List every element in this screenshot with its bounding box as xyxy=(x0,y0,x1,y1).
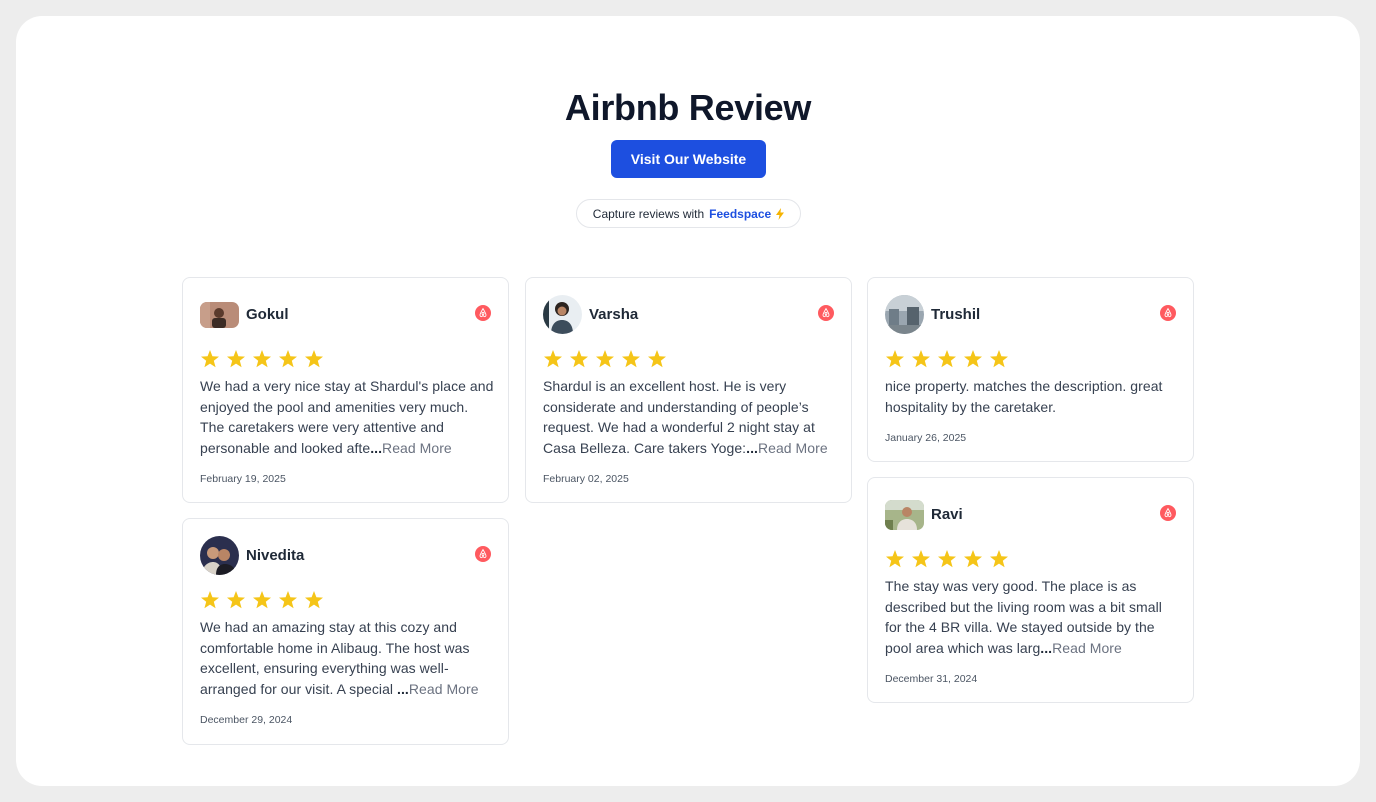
visit-website-button[interactable]: Visit Our Website xyxy=(611,140,766,178)
reviewer-name: Gokul xyxy=(246,306,289,323)
star-icon xyxy=(570,350,588,368)
star-rating xyxy=(200,590,324,610)
star-icon xyxy=(596,350,614,368)
review-date: December 29, 2024 xyxy=(200,714,293,726)
star-rating xyxy=(885,349,1009,369)
star-icon xyxy=(201,350,219,368)
star-icon xyxy=(990,350,1008,368)
star-icon xyxy=(227,350,245,368)
airbnb-icon xyxy=(475,546,491,562)
review-card: Varsha Shardul is an excellent host. He … xyxy=(525,277,852,503)
star-rating xyxy=(885,549,1009,569)
avatar xyxy=(885,500,924,530)
star-icon xyxy=(964,550,982,568)
star-icon xyxy=(201,591,219,609)
review-text: Shardul is an excellent host. He is very… xyxy=(543,376,839,459)
review-text: We had an amazing stay at this cozy and … xyxy=(200,617,496,700)
review-date: February 19, 2025 xyxy=(200,473,286,485)
read-more-link[interactable]: Read More xyxy=(758,440,828,456)
airbnb-icon xyxy=(1160,505,1176,521)
star-icon xyxy=(279,591,297,609)
page-title: Airbnb Review xyxy=(564,87,812,128)
star-icon xyxy=(253,591,271,609)
star-icon xyxy=(912,350,930,368)
star-icon xyxy=(938,350,956,368)
star-icon xyxy=(964,350,982,368)
airbnb-icon xyxy=(1160,305,1176,321)
star-rating xyxy=(200,349,324,369)
capture-prefix: Capture reviews with xyxy=(592,206,705,221)
star-icon xyxy=(622,350,640,368)
review-card: Nivedita We had an amazing stay at this … xyxy=(182,518,509,745)
review-date: December 31, 2024 xyxy=(885,673,978,685)
ellipsis: ... xyxy=(1040,640,1053,657)
reviewer-name: Ravi xyxy=(931,506,963,523)
ellipsis: ... xyxy=(397,681,409,698)
feedspace-link[interactable]: Feedspace xyxy=(709,207,771,221)
star-icon xyxy=(279,350,297,368)
review-date: January 26, 2025 xyxy=(885,432,967,444)
star-icon xyxy=(648,350,666,368)
bolt-icon xyxy=(776,207,785,220)
star-rating xyxy=(543,349,667,369)
star-icon xyxy=(886,550,904,568)
ellipsis: ... xyxy=(746,440,758,457)
review-card: Trushil nice property. matches the descr… xyxy=(867,277,1194,462)
star-icon xyxy=(938,550,956,568)
star-icon xyxy=(253,350,271,368)
reviewer-name: Varsha xyxy=(589,306,639,323)
capture-reviews-badge[interactable]: Capture reviews with Feedspace xyxy=(576,199,801,228)
airbnb-icon xyxy=(475,305,491,321)
star-icon xyxy=(912,550,930,568)
review-text: We had a very nice stay at Shardul's pla… xyxy=(200,376,496,459)
airbnb-icon xyxy=(818,305,834,321)
read-more-link[interactable]: Read More xyxy=(409,681,479,697)
star-icon xyxy=(990,550,1008,568)
avatar xyxy=(200,536,239,575)
review-card: Ravi The stay was very good. The place i… xyxy=(867,477,1194,703)
read-more-link[interactable]: Read More xyxy=(382,440,452,456)
reviewer-name: Trushil xyxy=(931,306,981,323)
star-icon xyxy=(544,350,562,368)
star-icon xyxy=(886,350,904,368)
star-icon xyxy=(227,591,245,609)
review-body: nice property. matches the description. … xyxy=(885,378,1163,415)
review-card: Gokul We had a very nice stay at Shardul… xyxy=(182,277,509,503)
review-text: The stay was very good. The place is as … xyxy=(885,576,1181,659)
ellipsis: ... xyxy=(370,440,383,457)
avatar xyxy=(543,295,582,334)
star-icon xyxy=(305,591,323,609)
read-more-link[interactable]: Read More xyxy=(1052,640,1122,656)
avatar xyxy=(200,302,239,328)
avatar xyxy=(885,295,924,334)
reviewer-name: Nivedita xyxy=(246,547,305,564)
star-icon xyxy=(305,350,323,368)
review-text: nice property. matches the description. … xyxy=(885,376,1181,417)
review-date: February 02, 2025 xyxy=(543,473,629,485)
